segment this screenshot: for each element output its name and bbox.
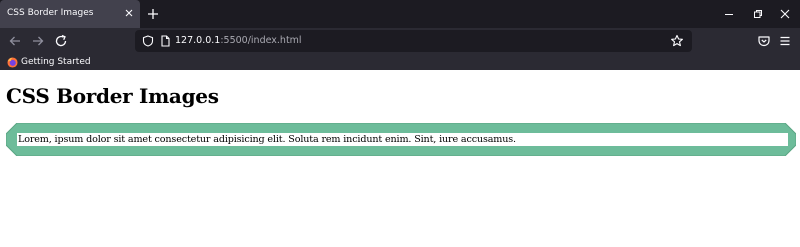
bookmark-label: Getting Started xyxy=(21,57,91,67)
reload-icon[interactable] xyxy=(54,34,68,48)
bookmark-getting-started[interactable]: Getting Started xyxy=(7,55,91,69)
minimize-icon[interactable] xyxy=(723,8,735,20)
address-bar[interactable]: 127.0.0.1:5500/index.html xyxy=(135,30,692,52)
tab-css-border-images[interactable]: CSS Border Images xyxy=(0,0,140,28)
bookmarks-toolbar: Getting Started xyxy=(0,54,800,70)
hamburger-menu-icon[interactable] xyxy=(778,34,792,48)
tab-strip: CSS Border Images xyxy=(0,0,800,28)
page-content: CSS Border Images Lorem, ipsum dolor sit… xyxy=(0,70,800,247)
tracking-protection-shield-icon[interactable] xyxy=(142,35,154,47)
border-image-box: Lorem, ipsum dolor sit amet consectetur … xyxy=(6,123,796,156)
page-heading: CSS Border Images xyxy=(6,84,219,108)
box-paragraph: Lorem, ipsum dolor sit amet consectetur … xyxy=(18,134,516,145)
url-host: 127.0.0.1 xyxy=(175,35,221,46)
pocket-icon[interactable] xyxy=(757,34,771,48)
tab-title: CSS Border Images xyxy=(7,8,94,18)
close-window-icon[interactable] xyxy=(779,8,791,20)
bookmark-star-icon[interactable] xyxy=(670,34,684,48)
url-path: :5500/index.html xyxy=(220,35,302,46)
url-text[interactable]: 127.0.0.1:5500/index.html xyxy=(175,35,302,46)
forward-arrow-icon[interactable] xyxy=(31,34,45,48)
restore-icon[interactable] xyxy=(752,8,764,20)
back-arrow-icon[interactable] xyxy=(8,34,22,48)
navigation-toolbar: 127.0.0.1:5500/index.html xyxy=(0,28,800,54)
box-content-area: Lorem, ipsum dolor sit amet consectetur … xyxy=(17,133,788,146)
new-tab-icon[interactable] xyxy=(146,7,160,21)
close-tab-icon[interactable] xyxy=(123,7,135,19)
browser-window: CSS Border Images 127.0.0.1:5500/index.h… xyxy=(0,0,800,247)
firefox-logo-icon xyxy=(7,56,18,68)
page-info-icon[interactable] xyxy=(160,35,171,47)
